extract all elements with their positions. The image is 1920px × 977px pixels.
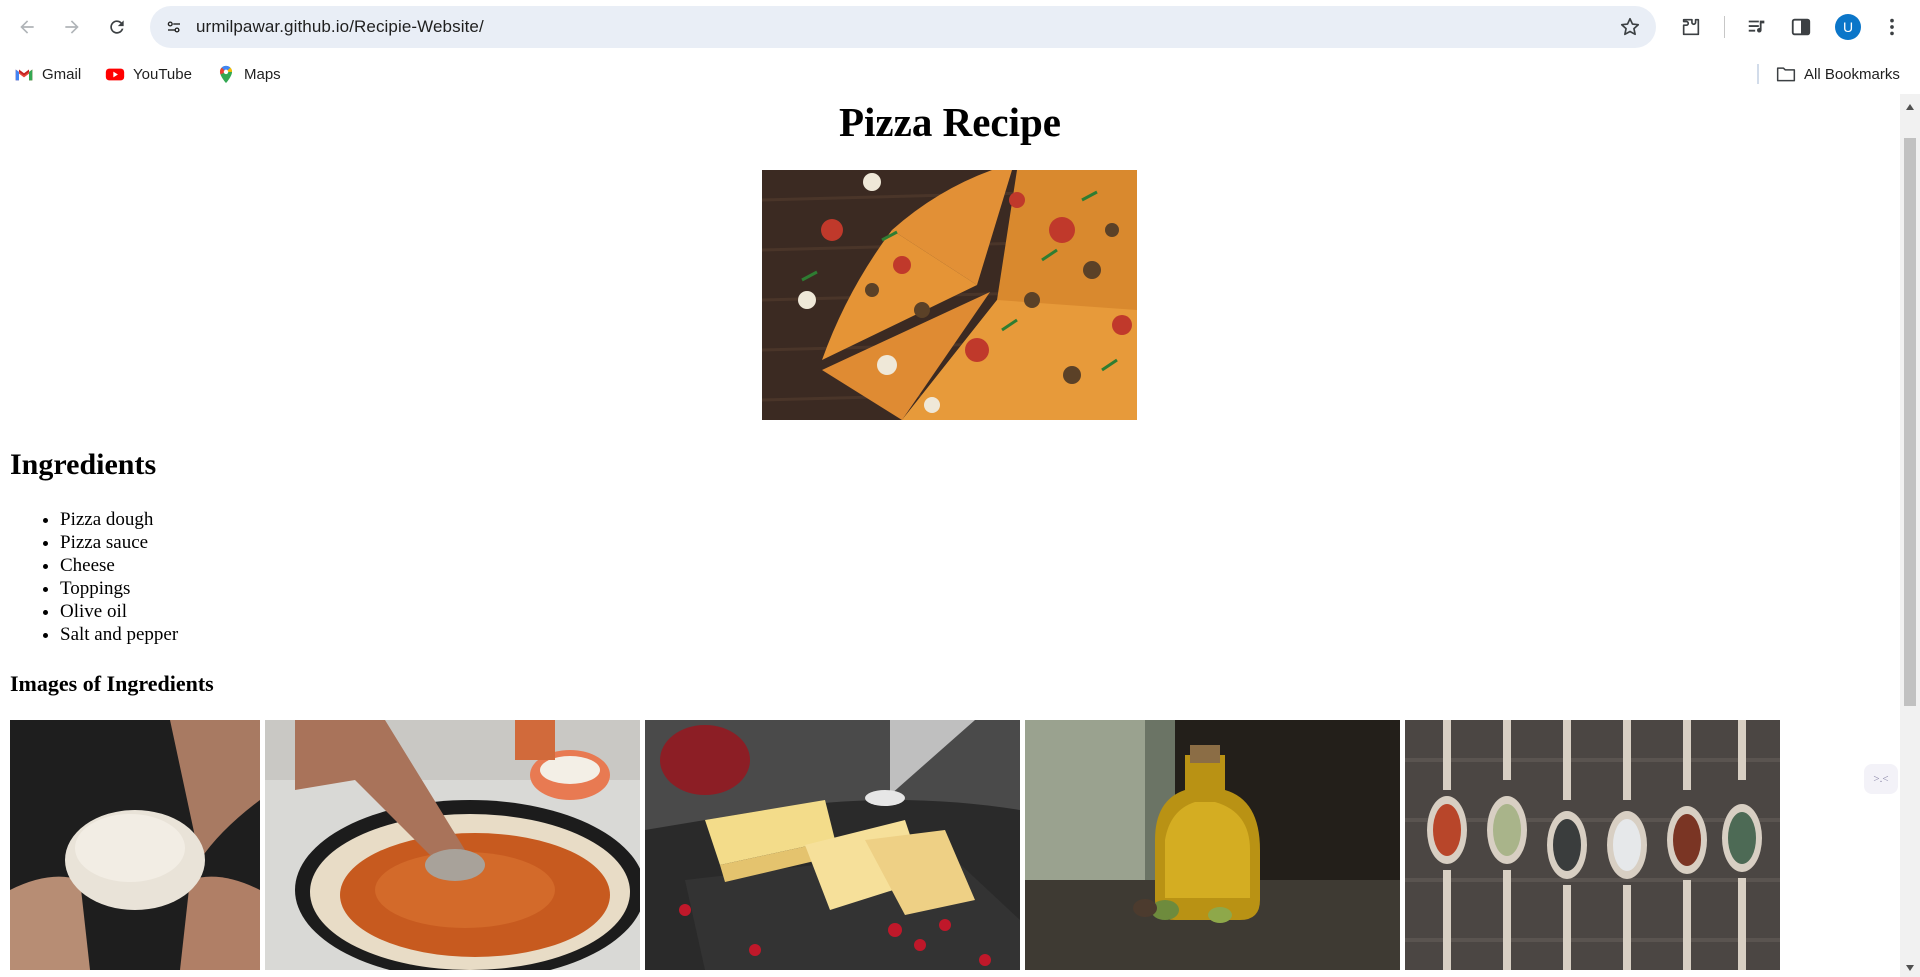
bookmark-youtube[interactable]: YouTube — [105, 63, 192, 85]
list-item: Cheese — [60, 554, 178, 577]
scroll-up-arrow-icon[interactable] — [1900, 98, 1920, 116]
scroll-thumb[interactable] — [1904, 138, 1916, 706]
maps-icon — [216, 65, 236, 83]
reload-icon — [110, 20, 124, 34]
ingredients-heading: Ingredients — [10, 448, 157, 481]
images-heading: Images of Ingredients — [10, 671, 214, 696]
bookmark-label: Gmail — [42, 65, 82, 83]
list-item: Toppings — [60, 577, 178, 600]
pizza-hero-image — [762, 170, 1137, 420]
profile-avatar[interactable]: U — [1835, 14, 1861, 40]
youtube-icon — [105, 65, 125, 83]
all-bookmarks-label: All Bookmarks — [1804, 65, 1900, 83]
bookmark-maps[interactable]: Maps — [216, 63, 281, 85]
bookmark-label: YouTube — [133, 65, 192, 83]
list-item: Pizza sauce — [60, 531, 178, 554]
browser-toolbar: urmilpawar.github.io/Recipie-Website/ U — [0, 0, 1920, 54]
bookmark-gmail[interactable]: Gmail — [14, 63, 81, 85]
dough-image — [10, 720, 260, 970]
bookmarks-bar: Gmail YouTube Maps All Bookmarks — [0, 54, 1920, 94]
list-item: Salt and pepper — [60, 623, 178, 646]
bookmark-star-icon[interactable] — [1618, 15, 1642, 39]
side-panel-icon[interactable] — [1786, 12, 1816, 42]
page-title: Pizza Recipe — [839, 99, 1061, 145]
back-button[interactable] — [9, 9, 45, 45]
list-item: Olive oil — [60, 600, 178, 623]
list-item: Pizza dough — [60, 508, 178, 531]
bookmarks-divider — [1757, 64, 1759, 84]
scroll-down-arrow-icon[interactable] — [1900, 959, 1920, 977]
sauce-image — [265, 720, 640, 970]
extensions-icon[interactable] — [1676, 12, 1706, 42]
address-bar[interactable]: urmilpawar.github.io/Recipie-Website/ — [150, 6, 1656, 48]
side-widget-icon[interactable]: >.< — [1864, 764, 1898, 794]
forward-button[interactable] — [54, 9, 90, 45]
url-text[interactable]: urmilpawar.github.io/Recipie-Website/ — [196, 17, 484, 37]
reload-button[interactable] — [99, 9, 135, 45]
bookmark-label: Maps — [244, 65, 281, 83]
site-info-icon[interactable] — [160, 13, 188, 41]
gmail-icon — [14, 65, 34, 83]
media-controls-icon[interactable] — [1742, 12, 1772, 42]
more-menu-icon[interactable] — [1877, 12, 1907, 42]
arrow-right-icon — [65, 20, 79, 34]
cheese-image — [645, 720, 1020, 970]
page-scrollbar[interactable] — [1900, 94, 1920, 977]
ingredients-list: Pizza dough Pizza sauce Cheese Toppings … — [60, 508, 178, 646]
page-viewport: Pizza Recipe Ingredients • Pizza dough •… — [0, 94, 1900, 977]
folder-icon — [1776, 65, 1796, 83]
olive-oil-image — [1025, 720, 1400, 970]
arrow-left-icon — [20, 20, 34, 34]
all-bookmarks-button[interactable]: All Bookmarks — [1776, 63, 1900, 85]
spices-image — [1405, 720, 1780, 970]
toolbar-divider — [1724, 16, 1725, 38]
